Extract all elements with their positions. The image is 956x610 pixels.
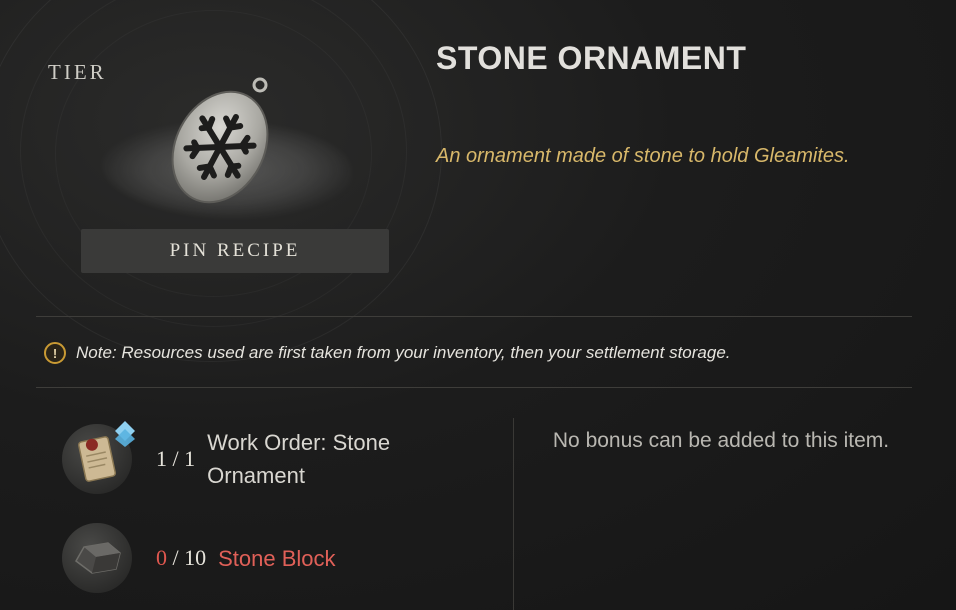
have-count: 0 <box>156 545 167 570</box>
resource-row[interactable]: 0 / 10 Stone Block <box>62 523 336 593</box>
stone-block-icon <box>62 523 132 593</box>
resource-name: Work Order: Stone Ornament <box>207 430 391 488</box>
pin-recipe-label: PIN RECIPE <box>169 240 301 261</box>
diamond-icon <box>115 421 135 447</box>
storage-note: ! Note: Resources used are first taken f… <box>44 342 731 364</box>
divider <box>36 316 912 317</box>
divider <box>36 387 912 388</box>
resource-row[interactable]: 1 / 1 Work Order: Stone Ornament <box>62 421 437 494</box>
need-count: 1 <box>184 446 196 471</box>
column-divider <box>513 418 514 610</box>
item-title: STONE ORNAMENT <box>436 40 747 76</box>
item-description: An ornament made of stone to hold Gleami… <box>436 145 850 167</box>
pin-recipe-button[interactable]: PIN RECIPE <box>81 229 389 273</box>
count-separator: / <box>167 545 185 570</box>
exclamation-icon: ! <box>44 342 66 364</box>
need-count: 10 <box>184 545 207 570</box>
resource-name: Stone Block <box>218 545 336 571</box>
no-bonus-message: No bonus can be added to this item. <box>552 429 890 452</box>
have-count: 1 <box>156 446 167 471</box>
tier-label: TIER <box>48 60 107 84</box>
stone-ornament-icon <box>171 77 269 204</box>
resource-count: 0 / 10 <box>156 545 206 571</box>
resource-count: 1 / 1 <box>156 446 195 472</box>
count-separator: / <box>167 446 185 471</box>
crafting-panel: TIER PIN RECIPE STONE ORNAMENT An orname… <box>0 0 956 610</box>
note-text: Note: Resources used are first taken fro… <box>76 343 731 362</box>
scroll-icon <box>62 421 135 494</box>
